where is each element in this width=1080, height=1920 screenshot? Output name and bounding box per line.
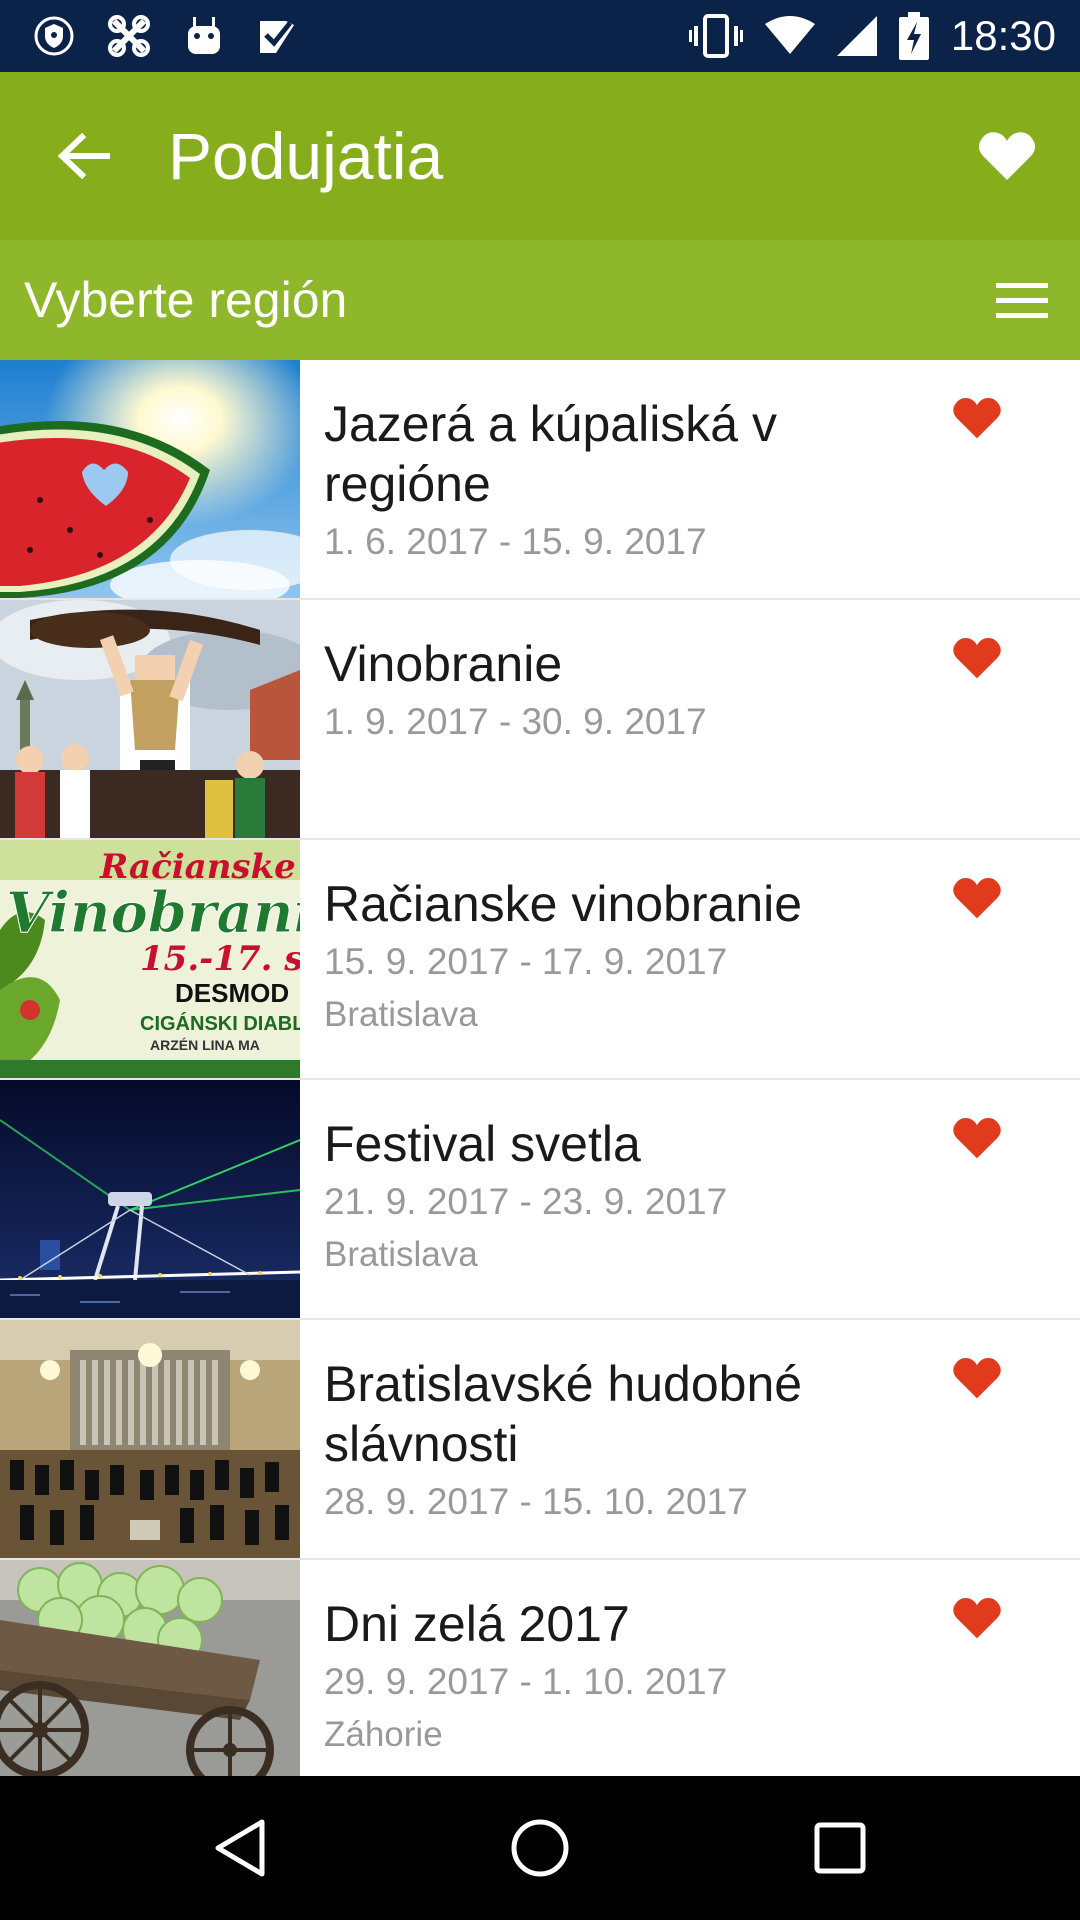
- region-label: Vyberte región: [24, 272, 348, 328]
- list-item[interactable]: Račianske Vinobranie 15.-17. sep DESMOD …: [0, 840, 1080, 1080]
- battery-charging-icon: [898, 12, 929, 60]
- event-info: Bratislavské hudobné slávnosti 28. 9. 20…: [324, 1354, 924, 1528]
- event-title: Festival svetla: [324, 1116, 641, 1172]
- arrow-back-icon: [58, 133, 110, 179]
- event-title: Bratislavské hudobné slávnosti: [324, 1356, 803, 1472]
- event-title: Jazerá a kúpaliská v regióne: [324, 396, 778, 512]
- event-thumbnail-poster: Račianske Vinobranie 15.-17. sep DESMOD …: [0, 840, 300, 1078]
- favorite-heart-icon[interactable]: [952, 1116, 1002, 1160]
- region-selector[interactable]: Vyberte región: [0, 240, 1080, 360]
- android-icon: [184, 14, 224, 58]
- event-date: 1. 9. 2017 - 30. 9. 2017: [324, 701, 707, 742]
- task-check-icon: [256, 15, 298, 57]
- clock: 18:30: [950, 12, 1056, 59]
- event-thumbnail-orchestra: [0, 1320, 300, 1558]
- page-title: Podujatia: [168, 119, 444, 193]
- heart-icon: [978, 132, 1036, 180]
- event-date: 29. 9. 2017 - 1. 10. 2017: [324, 1661, 728, 1702]
- event-info: Festival svetla 21. 9. 2017 - 23. 9. 201…: [324, 1114, 924, 1282]
- event-thumbnail-cabbage: [0, 1560, 300, 1776]
- list-item[interactable]: Bratislavské hudobné slávnosti 28. 9. 20…: [0, 1320, 1080, 1560]
- event-place: Záhorie: [324, 1715, 443, 1754]
- event-place: Bratislava: [324, 1235, 478, 1274]
- mobile-data-icon: [106, 13, 152, 59]
- app-bar: Podujatia: [0, 72, 1080, 240]
- event-title: Dni zelá 2017: [324, 1596, 630, 1652]
- favorite-heart-icon[interactable]: [952, 636, 1002, 680]
- event-info: Račianske vinobranie 15. 9. 2017 - 17. 9…: [324, 874, 924, 1042]
- poster-line-2: Vinobranie: [6, 880, 300, 946]
- event-info: Dni zelá 2017 29. 9. 2017 - 1. 10. 2017 …: [324, 1594, 924, 1762]
- vibrate-icon: [688, 14, 743, 58]
- favorite-heart-icon[interactable]: [952, 396, 1002, 440]
- wifi-icon: [764, 16, 815, 56]
- list-item[interactable]: Vinobranie 1. 9. 2017 - 30. 9. 2017: [0, 600, 1080, 840]
- list-item[interactable]: Dni zelá 2017 29. 9. 2017 - 1. 10. 2017 …: [0, 1560, 1080, 1776]
- home-circle-icon: [511, 1819, 569, 1877]
- event-thumbnail-bridge: [0, 1080, 300, 1318]
- list-item[interactable]: Jazerá a kúpaliská v regióne 1. 6. 2017 …: [0, 360, 1080, 600]
- event-info: Vinobranie 1. 9. 2017 - 30. 9. 2017: [324, 634, 924, 748]
- list-item[interactable]: Festival svetla 21. 9. 2017 - 23. 9. 201…: [0, 1080, 1080, 1320]
- event-list[interactable]: Jazerá a kúpaliská v regióne 1. 6. 2017 …: [0, 360, 1080, 1776]
- navigation-bar: [0, 1776, 1080, 1920]
- poster-line-4: DESMOD: [175, 978, 289, 1008]
- region-menu-button[interactable]: [990, 268, 1054, 332]
- nav-recents-button[interactable]: [795, 1803, 885, 1893]
- event-thumbnail-watermelon: [0, 360, 300, 598]
- event-place: Bratislava: [324, 995, 478, 1034]
- event-date: 21. 9. 2017 - 23. 9. 2017: [324, 1181, 728, 1222]
- shield-icon: [34, 14, 74, 58]
- event-info: Jazerá a kúpaliská v regióne 1. 6. 2017 …: [324, 394, 924, 568]
- favorites-button[interactable]: [972, 121, 1042, 191]
- favorite-heart-icon[interactable]: [952, 1596, 1002, 1640]
- poster-line-6: ARZÉN LINA MA: [150, 1037, 260, 1053]
- event-title: Vinobranie: [324, 636, 563, 692]
- event-title: Račianske vinobranie: [324, 876, 803, 932]
- event-date: 15. 9. 2017 - 17. 9. 2017: [324, 941, 728, 982]
- signal-icon: [836, 16, 877, 56]
- favorite-heart-icon[interactable]: [952, 1356, 1002, 1400]
- back-triangle-icon: [215, 1819, 265, 1877]
- favorite-heart-icon[interactable]: [952, 876, 1002, 920]
- hamburger-menu-icon: [996, 283, 1048, 318]
- recents-square-icon: [814, 1822, 866, 1874]
- nav-home-button[interactable]: [495, 1803, 585, 1893]
- nav-back-button[interactable]: [195, 1803, 285, 1893]
- back-button[interactable]: [52, 124, 116, 188]
- event-thumbnail-folk: [0, 600, 300, 838]
- poster-line-5: CIGÁNSKI DIABLI: [140, 1012, 300, 1035]
- event-date: 28. 9. 2017 - 15. 10. 2017: [324, 1481, 748, 1522]
- poster-line-3: 15.-17. sep: [140, 939, 300, 979]
- event-date: 1. 6. 2017 - 15. 9. 2017: [324, 521, 707, 562]
- status-bar: 18:30: [0, 0, 1080, 72]
